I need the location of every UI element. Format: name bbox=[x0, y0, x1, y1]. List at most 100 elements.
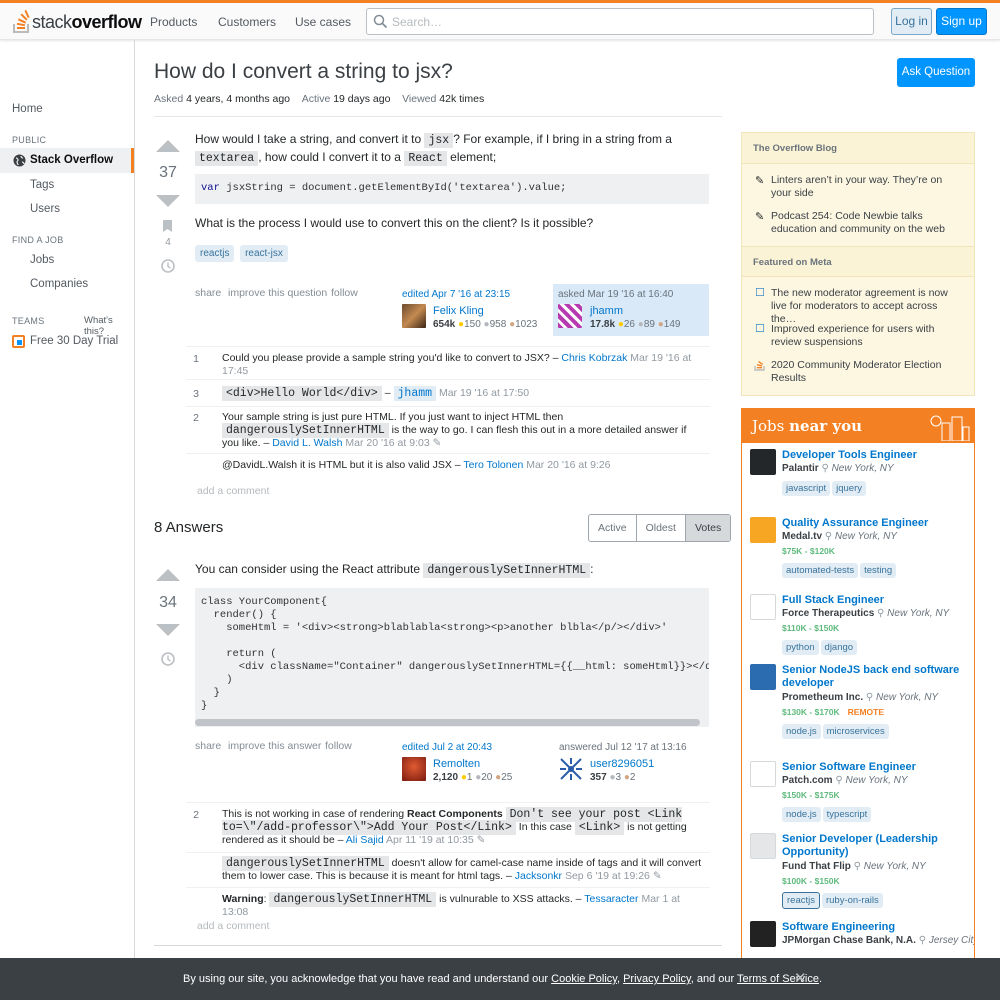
editor-name[interactable]: Remolten bbox=[433, 758, 480, 770]
avatar[interactable] bbox=[558, 304, 582, 328]
downvote-arrow-icon[interactable] bbox=[156, 195, 180, 207]
job-title[interactable]: Senior Developer (Leadership Opportunity… bbox=[782, 833, 967, 859]
add-comment-link[interactable]: add a comment bbox=[197, 920, 269, 932]
job-listing[interactable]: Senior NodeJS back end software develope… bbox=[750, 664, 970, 739]
nav-use-cases[interactable]: Use cases bbox=[289, 11, 357, 33]
blog-item[interactable]: Podcast 254: Code Newbie talks education… bbox=[771, 210, 963, 236]
sort-votes[interactable]: Votes bbox=[685, 515, 731, 541]
nav-jobs[interactable]: Jobs bbox=[30, 254, 54, 266]
page-title: How do I convert a string to jsx? bbox=[154, 60, 453, 83]
login-button[interactable]: Log in bbox=[891, 8, 932, 35]
share-link[interactable]: share bbox=[195, 287, 221, 299]
add-comment-link[interactable]: add a comment bbox=[197, 485, 269, 497]
location-pin-icon: ⚲ bbox=[863, 692, 874, 703]
section-teams: TEAMS bbox=[12, 316, 45, 326]
job-tag[interactable]: node.js bbox=[782, 724, 821, 739]
meta-item[interactable]: Improved experience for users with revie… bbox=[771, 323, 963, 349]
job-title[interactable]: Developer Tools Engineer bbox=[782, 449, 967, 462]
upvote-arrow-icon[interactable] bbox=[156, 569, 180, 581]
edited-date[interactable]: edited Jul 2 at 20:43 bbox=[402, 742, 552, 753]
job-tag[interactable]: jquery bbox=[832, 481, 866, 496]
privacy-policy-link[interactable]: Privacy Policy bbox=[623, 973, 691, 985]
nav-free-trial[interactable]: Free 30 Day Trial bbox=[30, 335, 118, 347]
sort-active[interactable]: Active bbox=[589, 515, 637, 541]
job-salary: $110K - $150K bbox=[782, 623, 840, 633]
follow-link[interactable]: follow bbox=[325, 740, 352, 752]
job-tag[interactable]: automated-tests bbox=[782, 563, 859, 578]
blog-item[interactable]: Linters aren’t in your way. They’re on y… bbox=[771, 174, 963, 200]
code-line: ) bbox=[201, 674, 233, 686]
job-tag[interactable]: python bbox=[782, 640, 819, 655]
comment-user[interactable]: Tessaracter bbox=[584, 893, 638, 905]
job-title[interactable]: Full Stack Engineer bbox=[782, 594, 967, 607]
terms-of-service-link[interactable]: Terms of Service bbox=[737, 973, 819, 985]
comment-user[interactable]: Ali Sajid bbox=[346, 834, 384, 846]
share-link[interactable]: share bbox=[195, 740, 221, 752]
nav-tags[interactable]: Tags bbox=[30, 179, 54, 191]
job-listing[interactable]: Senior Software Engineer Patch.com ⚲ New … bbox=[750, 761, 970, 831]
job-listing[interactable]: Developer Tools Engineer Palantir ⚲ New Y… bbox=[750, 449, 970, 519]
job-tag[interactable]: reactjs bbox=[782, 892, 820, 909]
job-title[interactable]: Quality Assurance Engineer bbox=[782, 517, 967, 530]
comment-user[interactable]: Jacksonkr bbox=[515, 870, 562, 882]
comment-user[interactable]: jhamm bbox=[393, 386, 437, 401]
edited-date[interactable]: edited Apr 7 '16 at 23:15 bbox=[402, 289, 552, 300]
job-tag[interactable]: ruby-on-rails bbox=[821, 893, 883, 908]
history-icon[interactable] bbox=[160, 258, 176, 274]
job-listing[interactable]: Quality Assurance Engineer Medal.tv ⚲ New… bbox=[750, 517, 970, 587]
nav-customers[interactable]: Customers bbox=[212, 11, 282, 33]
nav-users[interactable]: Users bbox=[30, 203, 60, 215]
search-input[interactable]: Search… bbox=[366, 8, 874, 35]
comment-user[interactable]: David L. Walsh bbox=[272, 437, 342, 449]
answerer-signature: answered Jul 12 '17 at 13:16 user8296051… bbox=[559, 742, 709, 784]
job-listing[interactable]: Senior Developer (Leadership Opportunity… bbox=[750, 833, 970, 909]
meta-item[interactable]: 2020 Community Moderator Election Result… bbox=[771, 359, 963, 385]
bookmark-icon[interactable] bbox=[162, 219, 173, 233]
code-line: } bbox=[201, 700, 208, 712]
follow-link[interactable]: follow bbox=[331, 287, 358, 299]
cookie-policy-link[interactable]: Cookie Policy bbox=[551, 973, 617, 985]
job-tag[interactable]: node.js bbox=[782, 807, 821, 822]
job-tag[interactable]: microservices bbox=[822, 724, 889, 739]
editor-name[interactable]: Felix Kling bbox=[433, 305, 484, 317]
nav-home[interactable]: Home bbox=[12, 103, 43, 115]
job-title[interactable]: Senior Software Engineer bbox=[782, 761, 967, 774]
job-tag[interactable]: django bbox=[820, 640, 858, 655]
answerer-name[interactable]: user8296051 bbox=[590, 758, 654, 770]
tag-react-jsx[interactable]: react-jsx bbox=[240, 245, 288, 262]
comment-user[interactable]: Chris Kobrzak bbox=[561, 352, 627, 364]
history-icon[interactable] bbox=[160, 651, 176, 667]
avatar[interactable] bbox=[402, 304, 426, 328]
ask-question-button[interactable]: Ask Question bbox=[897, 58, 975, 87]
nav-stack-overflow[interactable]: Stack Overflow bbox=[0, 148, 134, 173]
job-title[interactable]: Software Engineering bbox=[782, 921, 967, 934]
comment-user[interactable]: Tero Tolonen bbox=[463, 459, 523, 471]
divider bbox=[154, 945, 722, 946]
code-scrollbar[interactable] bbox=[195, 719, 700, 726]
nav-companies[interactable]: Companies bbox=[30, 278, 88, 290]
nav-products[interactable]: Products bbox=[144, 11, 203, 33]
job-tag[interactable]: javascript bbox=[782, 481, 831, 496]
stackoverflow-logo[interactable]: stackoverflow bbox=[12, 8, 142, 36]
avatar[interactable] bbox=[402, 757, 426, 781]
improve-answer-link[interactable]: improve this answer bbox=[228, 740, 321, 752]
job-tag[interactable]: typescript bbox=[822, 807, 872, 822]
job-tag[interactable]: testing bbox=[860, 563, 897, 578]
question-meta: Asked 4 years, 4 months ago Active 19 da… bbox=[154, 93, 484, 105]
avatar[interactable] bbox=[559, 757, 583, 781]
meta-item[interactable]: The new moderator agreement is now live … bbox=[771, 287, 963, 326]
sort-oldest[interactable]: Oldest bbox=[637, 515, 686, 541]
job-listing[interactable]: Full Stack Engineer Force Therapeutics ⚲ … bbox=[750, 594, 970, 664]
code-line: } bbox=[201, 687, 220, 699]
job-salary: $100K - $150K bbox=[782, 876, 840, 886]
tag-reactjs[interactable]: reactjs bbox=[195, 245, 235, 262]
close-icon[interactable]: ✕ bbox=[794, 969, 807, 987]
asker-name[interactable]: jhamm bbox=[590, 305, 623, 317]
upvote-arrow-icon[interactable] bbox=[156, 140, 180, 152]
improve-question-link[interactable]: improve this question bbox=[228, 287, 327, 299]
signup-button[interactable]: Sign up bbox=[936, 8, 987, 35]
job-title[interactable]: Senior NodeJS back end software develope… bbox=[782, 664, 967, 690]
downvote-arrow-icon[interactable] bbox=[156, 624, 180, 636]
job-location: New York, NY bbox=[831, 463, 894, 474]
whats-this-link[interactable]: What's this? bbox=[84, 315, 134, 337]
